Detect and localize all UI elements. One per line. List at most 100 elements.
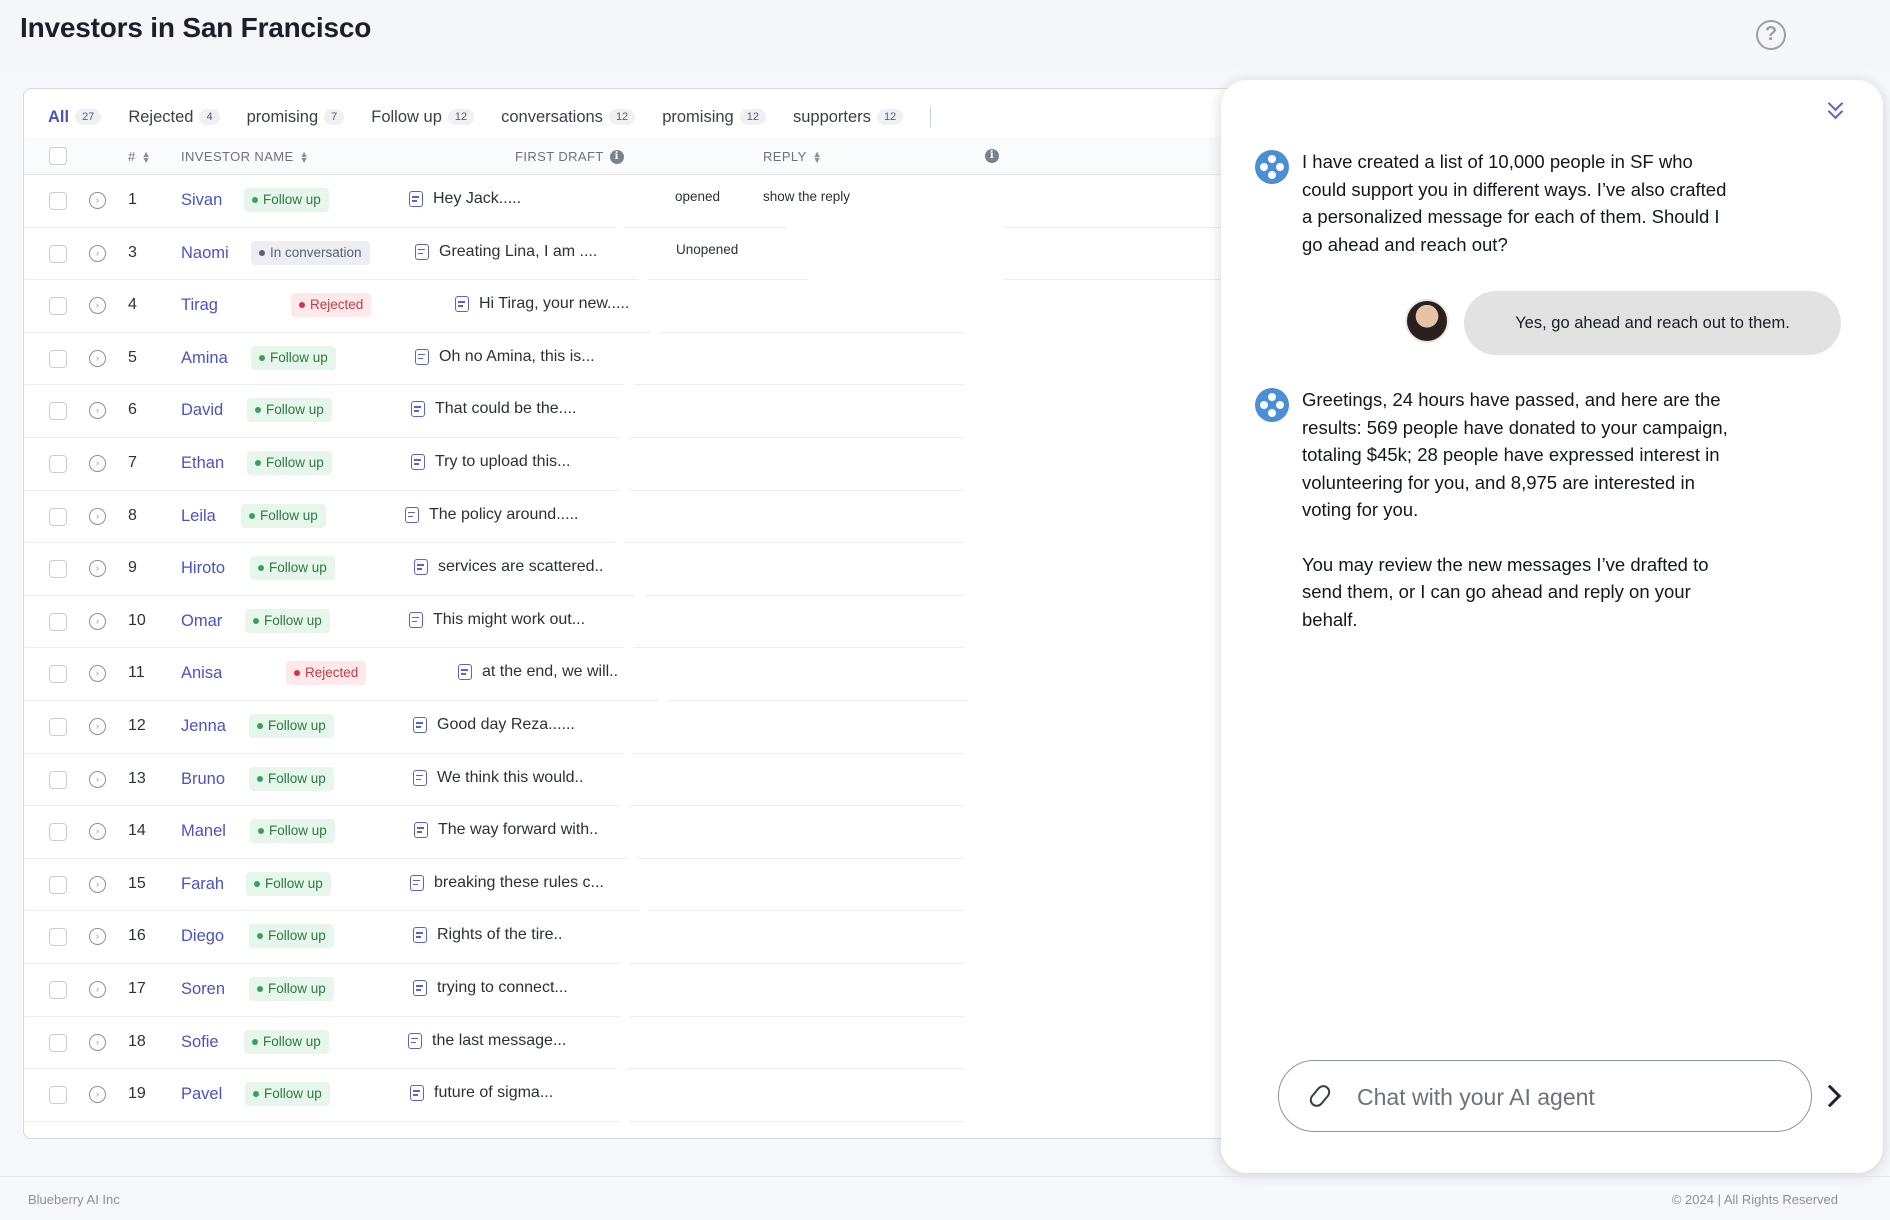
first-draft-link[interactable]: services are scattered..	[414, 558, 603, 576]
first-draft-link[interactable]: Hey Jack.....	[409, 190, 521, 208]
row-checkbox[interactable]	[49, 612, 67, 631]
investor-name-link[interactable]: Hiroto	[181, 559, 225, 578]
investor-name-link[interactable]: Naomi	[181, 244, 229, 263]
first-draft-link[interactable]: Oh no Amina, this is...	[415, 348, 595, 366]
expand-row-icon[interactable]: ›	[89, 244, 106, 262]
expand-row-icon[interactable]: ›	[89, 507, 106, 525]
first-draft-link[interactable]: Hi Tirag, your new.....	[455, 295, 629, 313]
column-number[interactable]: # ▲ ▼	[128, 149, 151, 164]
row-checkbox[interactable]	[49, 1086, 67, 1105]
investor-name-link[interactable]: Omar	[181, 612, 222, 631]
investor-name-link[interactable]: Farah	[181, 875, 224, 894]
first-draft-link[interactable]: This might work out...	[409, 611, 585, 629]
first-draft-link[interactable]: Rights of the tire..	[413, 926, 562, 944]
investor-name-link[interactable]: David	[181, 401, 223, 420]
paperclip-icon[interactable]	[1306, 1082, 1334, 1110]
table-row[interactable]: › 11 Anisa Rejected at the end, we will..	[24, 648, 1322, 701]
info-icon[interactable]: i	[609, 149, 624, 164]
row-checkbox[interactable]	[49, 349, 67, 368]
row-checkbox[interactable]	[49, 1033, 67, 1052]
expand-row-icon[interactable]: ›	[89, 402, 106, 420]
table-row[interactable]: › 10 Omar Follow up This might work out...	[24, 596, 1322, 649]
expand-row-icon[interactable]: ›	[89, 1033, 106, 1051]
table-row[interactable]: › 14 Manel Follow up The way forward with..	[24, 806, 1322, 859]
first-draft-link[interactable]: at the end, we will..	[458, 663, 618, 681]
table-row[interactable]: › 9 Hiroto Follow up services are scattered.…	[24, 543, 1322, 596]
row-checkbox[interactable]	[49, 718, 67, 736]
column-investor-name[interactable]: INVESTOR NAME ▲ ▼	[181, 149, 309, 164]
row-checkbox[interactable]	[49, 770, 67, 789]
first-draft-link[interactable]: The way forward with..	[414, 821, 598, 839]
expand-row-icon[interactable]: ›	[89, 297, 106, 315]
investor-name-link[interactable]: Jenna	[181, 717, 226, 736]
table-row[interactable]: › 13 Bruno Follow up We think this would..	[24, 754, 1322, 807]
expand-row-icon[interactable]: ›	[89, 823, 106, 841]
expand-row-icon[interactable]: ›	[89, 770, 106, 788]
row-checkbox[interactable]	[49, 928, 67, 947]
expand-row-icon[interactable]: ›	[89, 928, 106, 946]
expand-row-icon[interactable]: ›	[89, 612, 106, 630]
show-reply-link[interactable]: show the reply	[763, 189, 850, 204]
expand-row-icon[interactable]: ›	[89, 560, 106, 578]
investor-name-link[interactable]: Sofie	[181, 1033, 219, 1052]
table-row[interactable]: › 7 Ethan Follow up Try to upload this...	[24, 438, 1322, 491]
first-draft-link[interactable]: That could be the....	[411, 400, 576, 418]
column-reply[interactable]: REPLY ▲ ▼	[763, 149, 822, 164]
investor-name-link[interactable]: Leila	[181, 507, 216, 526]
first-draft-link[interactable]: breaking these rules c...	[410, 874, 604, 892]
tab-supporters[interactable]: supporters 12	[793, 103, 904, 131]
row-checkbox[interactable]	[49, 192, 67, 210]
expand-row-icon[interactable]: ›	[89, 718, 106, 735]
first-draft-link[interactable]: The policy around.....	[405, 506, 578, 524]
investor-name-link[interactable]: Bruno	[181, 770, 225, 789]
select-all-checkbox[interactable]	[49, 147, 67, 165]
tab-promising-2[interactable]: promising 12	[662, 103, 766, 131]
investor-name-link[interactable]: Anisa	[181, 664, 222, 683]
table-row[interactable]: › 4 Tirag Rejected Hi Tirag, your new.....	[24, 280, 1322, 333]
table-row[interactable]: › 15 Farah Follow up breaking these rules c.…	[24, 859, 1322, 912]
expand-row-icon[interactable]: ›	[89, 875, 106, 893]
table-row[interactable]: › 8 Leila Follow up The policy around.....	[24, 491, 1322, 544]
row-checkbox[interactable]	[49, 402, 67, 421]
row-checkbox[interactable]	[49, 665, 67, 684]
table-row[interactable]: › 1 Sivan Follow up Hey Jack..... opened show …	[24, 175, 1322, 228]
first-draft-link[interactable]: the last message...	[408, 1032, 566, 1050]
row-checkbox[interactable]	[49, 875, 67, 894]
first-draft-link[interactable]: We think this would..	[413, 769, 583, 787]
row-checkbox[interactable]	[49, 455, 67, 473]
first-draft-link[interactable]: future of sigma...	[410, 1084, 553, 1102]
expand-row-icon[interactable]: ›	[89, 981, 106, 998]
investor-name-link[interactable]: Ethan	[181, 454, 224, 473]
tab-promising[interactable]: promising 7	[247, 103, 345, 131]
investor-name-link[interactable]: Soren	[181, 980, 225, 999]
expand-row-icon[interactable]: ›	[89, 1086, 106, 1104]
table-row[interactable]: › 12 Jenna Follow up Good day Reza......	[24, 701, 1322, 754]
question-circle-icon[interactable]: ?	[1756, 20, 1786, 50]
expand-row-icon[interactable]: ›	[89, 665, 106, 683]
first-draft-link[interactable]: Greating Lina, I am ....	[415, 243, 597, 261]
expand-row-icon[interactable]: ›	[89, 455, 106, 472]
row-checkbox[interactable]	[49, 981, 67, 999]
table-row[interactable]: › 16 Diego Follow up Rights of the tire..	[24, 911, 1322, 964]
row-checkbox[interactable]	[49, 823, 67, 842]
investor-name-link[interactable]: Sivan	[181, 191, 222, 210]
table-row[interactable]: › 19 Pavel Follow up future of sigma...	[24, 1069, 1322, 1122]
info-icon[interactable]: i	[985, 149, 999, 163]
chat-input[interactable]: Chat with your AI agent	[1278, 1060, 1812, 1132]
investor-name-link[interactable]: Pavel	[181, 1085, 222, 1104]
table-row[interactable]: › 18 Sofie Follow up the last message...	[24, 1017, 1322, 1070]
row-checkbox[interactable]	[49, 297, 67, 316]
first-draft-link[interactable]: Try to upload this...	[411, 453, 570, 471]
investor-name-link[interactable]: Tirag	[181, 296, 218, 315]
expand-row-icon[interactable]: ›	[89, 349, 106, 367]
table-row[interactable]: › 17 Soren Follow up trying to connect...	[24, 964, 1322, 1017]
tab-all[interactable]: All 27	[48, 103, 102, 143]
first-draft-link[interactable]: Good day Reza......	[413, 716, 575, 734]
row-checkbox[interactable]	[49, 560, 67, 579]
tab-follow-up[interactable]: Follow up 12	[371, 103, 475, 131]
table-row[interactable]: › 3 Naomi In conversation Greating Lina, I a…	[24, 228, 1322, 281]
tab-rejected[interactable]: Rejected 4	[128, 103, 220, 131]
table-row[interactable]: › 6 David Follow up That could be the....	[24, 385, 1322, 438]
table-row[interactable]: › 5 Amina Follow up Oh no Amina, this is...	[24, 333, 1322, 386]
row-checkbox[interactable]	[49, 244, 67, 263]
